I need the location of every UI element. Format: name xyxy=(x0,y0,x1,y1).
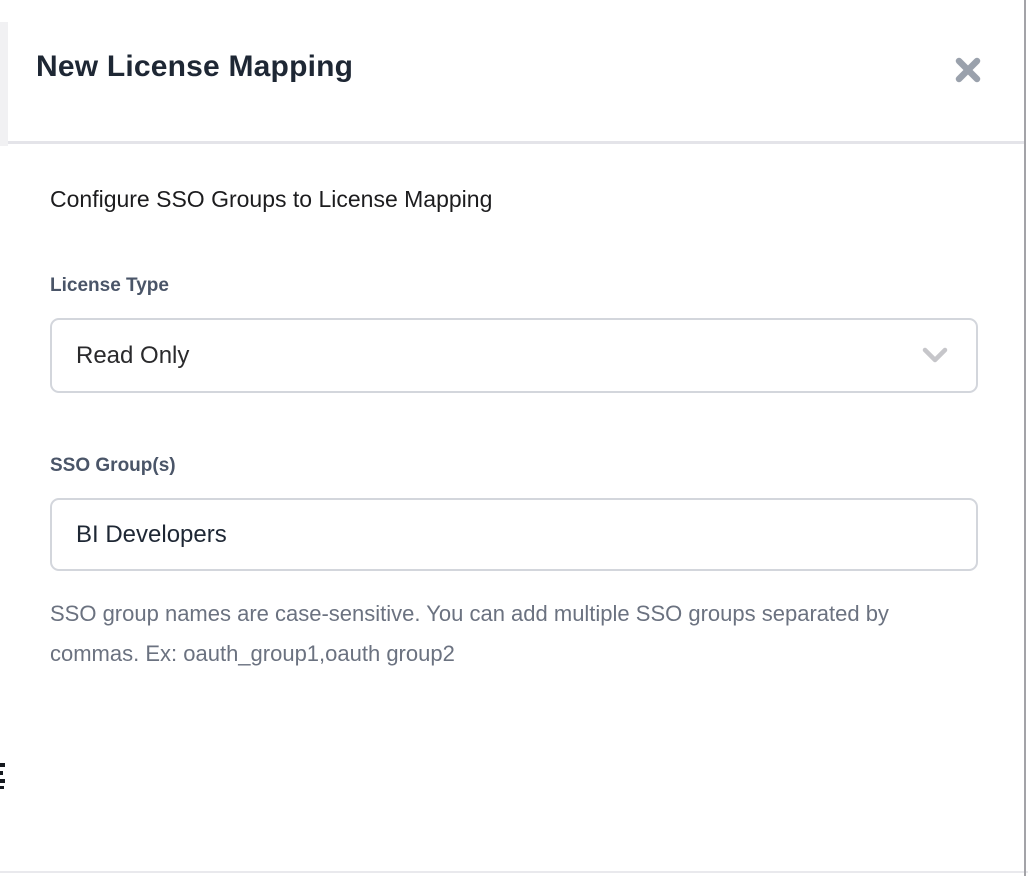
dialog-body: Configure SSO Groups to License Mapping … xyxy=(8,144,1024,674)
screen: New License Mapping Configure SSO Groups… xyxy=(0,0,1028,876)
obscured-list-icon xyxy=(0,786,4,789)
license-type-selected-value: Read Only xyxy=(76,342,189,370)
license-type-label: License Type xyxy=(50,275,982,297)
dialog-header: New License Mapping xyxy=(8,0,1024,144)
sso-groups-label: SSO Group(s) xyxy=(50,455,982,477)
chevron-down-icon xyxy=(922,346,948,371)
section-description: Configure SSO Groups to License Mapping xyxy=(50,186,982,213)
close-button[interactable] xyxy=(949,52,987,90)
obscured-list-icon xyxy=(0,771,3,775)
close-icon xyxy=(951,53,985,90)
dialog-title: New License Mapping xyxy=(36,50,353,84)
sso-groups-input[interactable] xyxy=(50,498,978,571)
obscured-list-icon xyxy=(0,763,5,767)
new-license-mapping-dialog: New License Mapping Configure SSO Groups… xyxy=(8,0,1024,876)
dialog-right-edge xyxy=(1024,0,1026,876)
sso-groups-helper-text: SSO group names are case-sensitive. You … xyxy=(50,594,895,674)
obscured-list-icon xyxy=(0,779,5,783)
license-type-select[interactable]: Read Only xyxy=(50,318,978,393)
background-page-sliver xyxy=(0,22,8,146)
dialog-footer-divider xyxy=(0,871,1028,873)
